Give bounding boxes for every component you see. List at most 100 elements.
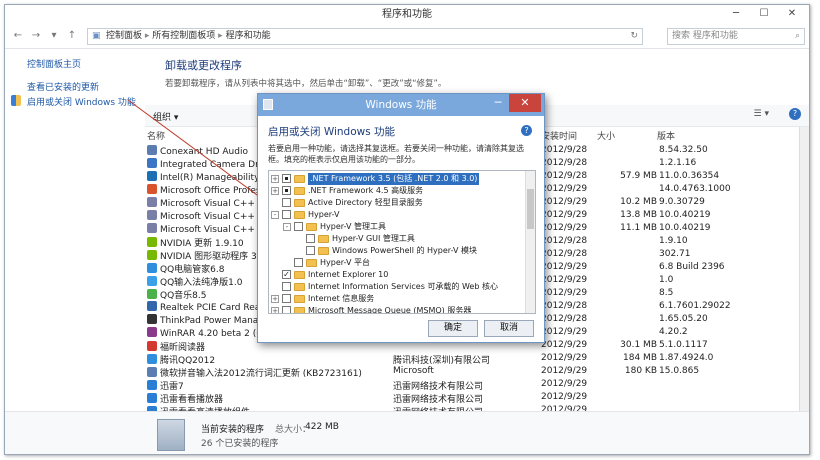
breadcrumb-programs[interactable]: 程序和功能 <box>226 31 271 41</box>
feature-item[interactable]: Internet Information Services 可承载的 Web 核… <box>269 281 519 293</box>
maximize-button[interactable]: ☐ <box>751 5 777 23</box>
feature-label: .NET Framework 4.5 高级服务 <box>308 186 424 195</box>
table-row[interactable]: 迅雷7 迅雷网络技术有限公司 2012/9/29 <box>147 379 797 392</box>
program-icon <box>147 367 157 377</box>
feature-item[interactable]: - Hyper-V <box>269 209 519 221</box>
dialog-close-button[interactable]: ✕ <box>509 94 541 112</box>
view-options-icon[interactable]: ☰ ▾ <box>754 109 769 119</box>
feature-checkbox[interactable]: ✓ <box>282 270 291 279</box>
program-publisher: Microsoft <box>393 366 434 376</box>
column-date[interactable]: 安装时间 <box>541 129 577 143</box>
program-icon <box>147 237 157 247</box>
table-row[interactable]: 腾讯QQ2012 腾讯科技(深圳)有限公司 2012/9/29 184 MB 1.87.… <box>147 353 797 366</box>
feature-item[interactable]: + Microsoft Message Queue (MSMQ) 服务器 <box>269 305 519 313</box>
feature-item[interactable]: Hyper-V GUI 管理工具 <box>269 233 519 245</box>
up-icon[interactable]: ↑ <box>65 29 79 43</box>
table-row[interactable]: 迅雷看看播放器 迅雷网络技术有限公司 2012/9/29 <box>147 392 797 405</box>
program-date: 2012/9/28 <box>541 171 588 181</box>
feature-checkbox[interactable] <box>306 234 315 243</box>
program-version: 14.0.4763.1000 <box>659 184 731 194</box>
program-date: 2012/9/28 <box>541 301 588 311</box>
feature-checkbox[interactable] <box>282 210 291 219</box>
program-date: 2012/9/29 <box>541 184 588 194</box>
ok-button[interactable]: 确定 <box>428 320 478 337</box>
program-icon <box>147 145 157 155</box>
feature-item[interactable]: Windows PowerShell 的 Hyper-V 模块 <box>269 245 519 257</box>
feature-checkbox[interactable] <box>306 246 315 255</box>
programs-icon <box>157 419 185 451</box>
column-version[interactable]: 版本 <box>657 129 675 143</box>
program-version: 1.2.1.16 <box>659 158 697 168</box>
program-icon <box>147 301 157 311</box>
program-name: QQ输入法纯净版1.0 <box>160 278 243 288</box>
program-publisher: 迅雷网络技术有限公司 <box>393 395 484 405</box>
expand-icon[interactable]: + <box>271 295 279 303</box>
folder-icon <box>318 235 329 243</box>
breadcrumb-control-panel[interactable]: 控制面板 <box>106 31 142 41</box>
folder-icon <box>294 187 305 195</box>
program-date: 2012/9/29 <box>541 379 588 389</box>
feature-checkbox[interactable] <box>294 222 303 231</box>
organize-button[interactable]: 组织 ▾ <box>153 110 178 123</box>
feature-label: Internet Information Services 可承载的 Web 核… <box>308 282 498 291</box>
feature-checkbox[interactable] <box>282 186 291 195</box>
close-button[interactable]: ✕ <box>779 5 805 23</box>
minimize-button[interactable]: ─ <box>723 5 749 23</box>
feature-item[interactable]: + .NET Framework 3.5 (包括 .NET 2.0 和 3.0) <box>269 173 519 185</box>
program-version: 1.65.05.20 <box>659 314 708 324</box>
feature-checkbox[interactable] <box>282 294 291 303</box>
list-scrollbar[interactable] <box>799 127 809 411</box>
sidebar-item-home[interactable]: 控制面板主页 <box>27 57 81 70</box>
feature-checkbox[interactable] <box>282 174 291 183</box>
back-icon[interactable]: ← <box>11 29 25 43</box>
feature-item[interactable]: Active Directory 轻型目录服务 <box>269 197 519 209</box>
expand-icon[interactable]: + <box>271 175 279 183</box>
control-panel-icon: ▣ <box>92 31 101 41</box>
address-bar-row: ← → ▾ ↑ ▣ 控制面板 ▸ 所有控制面板项 ▸ 程序和功能 ↻ 搜索 程序… <box>5 25 809 49</box>
feature-item[interactable]: ✓ Internet Explorer 10 <box>269 269 519 281</box>
feature-item[interactable]: + Internet 信息服务 <box>269 293 519 305</box>
dialog-help-icon[interactable]: ? <box>521 125 532 136</box>
feature-checkbox[interactable] <box>294 258 303 267</box>
folder-icon <box>294 271 305 279</box>
sidebar-item-updates[interactable]: 查看已安装的更新 <box>27 80 99 93</box>
sidebar-item-windows-features[interactable]: 启用或关闭 Windows 功能 <box>27 95 136 108</box>
feature-label: .NET Framework 3.5 (包括 .NET 2.0 和 3.0) <box>308 173 480 185</box>
collapse-icon[interactable]: - <box>271 211 279 219</box>
help-icon[interactable]: ? <box>789 108 801 120</box>
expand-icon[interactable]: + <box>271 307 279 313</box>
program-icon <box>147 184 157 194</box>
cancel-button[interactable]: 取消 <box>484 320 534 337</box>
scroll-thumb[interactable] <box>527 189 534 229</box>
feature-checkbox[interactable] <box>282 282 291 291</box>
feature-item[interactable]: + .NET Framework 4.5 高级服务 <box>269 185 519 197</box>
program-date: 2012/9/29 <box>541 288 588 298</box>
column-name[interactable]: 名称 <box>147 129 165 143</box>
expand-icon[interactable]: + <box>271 187 279 195</box>
feature-item[interactable]: Hyper-V 平台 <box>269 257 519 269</box>
column-size[interactable]: 大小 <box>597 129 615 143</box>
feature-checkbox[interactable] <box>282 306 291 313</box>
page-description: 若要卸载程序，请从列表中将其选中，然后单击“卸载”、“更改”或“修复”。 <box>165 79 447 89</box>
dialog-minimize-button[interactable]: ─ <box>491 97 505 111</box>
feature-label: Hyper-V GUI 管理工具 <box>332 234 415 243</box>
feature-tree-scrollbar[interactable] <box>525 171 535 313</box>
program-name: 迅雷7 <box>160 382 184 392</box>
feature-checkbox[interactable] <box>282 198 291 207</box>
program-icon <box>147 197 157 207</box>
program-date: 2012/9/28 <box>541 249 588 259</box>
refresh-icon[interactable]: ↻ <box>630 29 638 44</box>
folder-icon <box>318 247 329 255</box>
program-icon <box>147 158 157 168</box>
recent-dropdown-icon[interactable]: ▾ <box>47 29 61 43</box>
program-name: 腾讯QQ2012 <box>160 356 216 366</box>
program-version: 6.8 Build 2396 <box>659 262 725 272</box>
address-box[interactable]: ▣ 控制面板 ▸ 所有控制面板项 ▸ 程序和功能 ↻ <box>87 28 643 45</box>
breadcrumb-all-items[interactable]: 所有控制面板项 <box>152 31 215 41</box>
forward-icon[interactable]: → <box>29 29 43 43</box>
search-input[interactable]: 搜索 程序和功能 ⌕ <box>667 28 805 45</box>
feature-item[interactable]: - Hyper-V 管理工具 <box>269 221 519 233</box>
collapse-icon[interactable]: - <box>283 223 291 231</box>
program-publisher: 腾讯科技(深圳)有限公司 <box>393 356 491 366</box>
table-row[interactable]: 微软拼音输入法2012流行词汇更新 (KB2723161) Microsoft 20… <box>147 366 797 379</box>
